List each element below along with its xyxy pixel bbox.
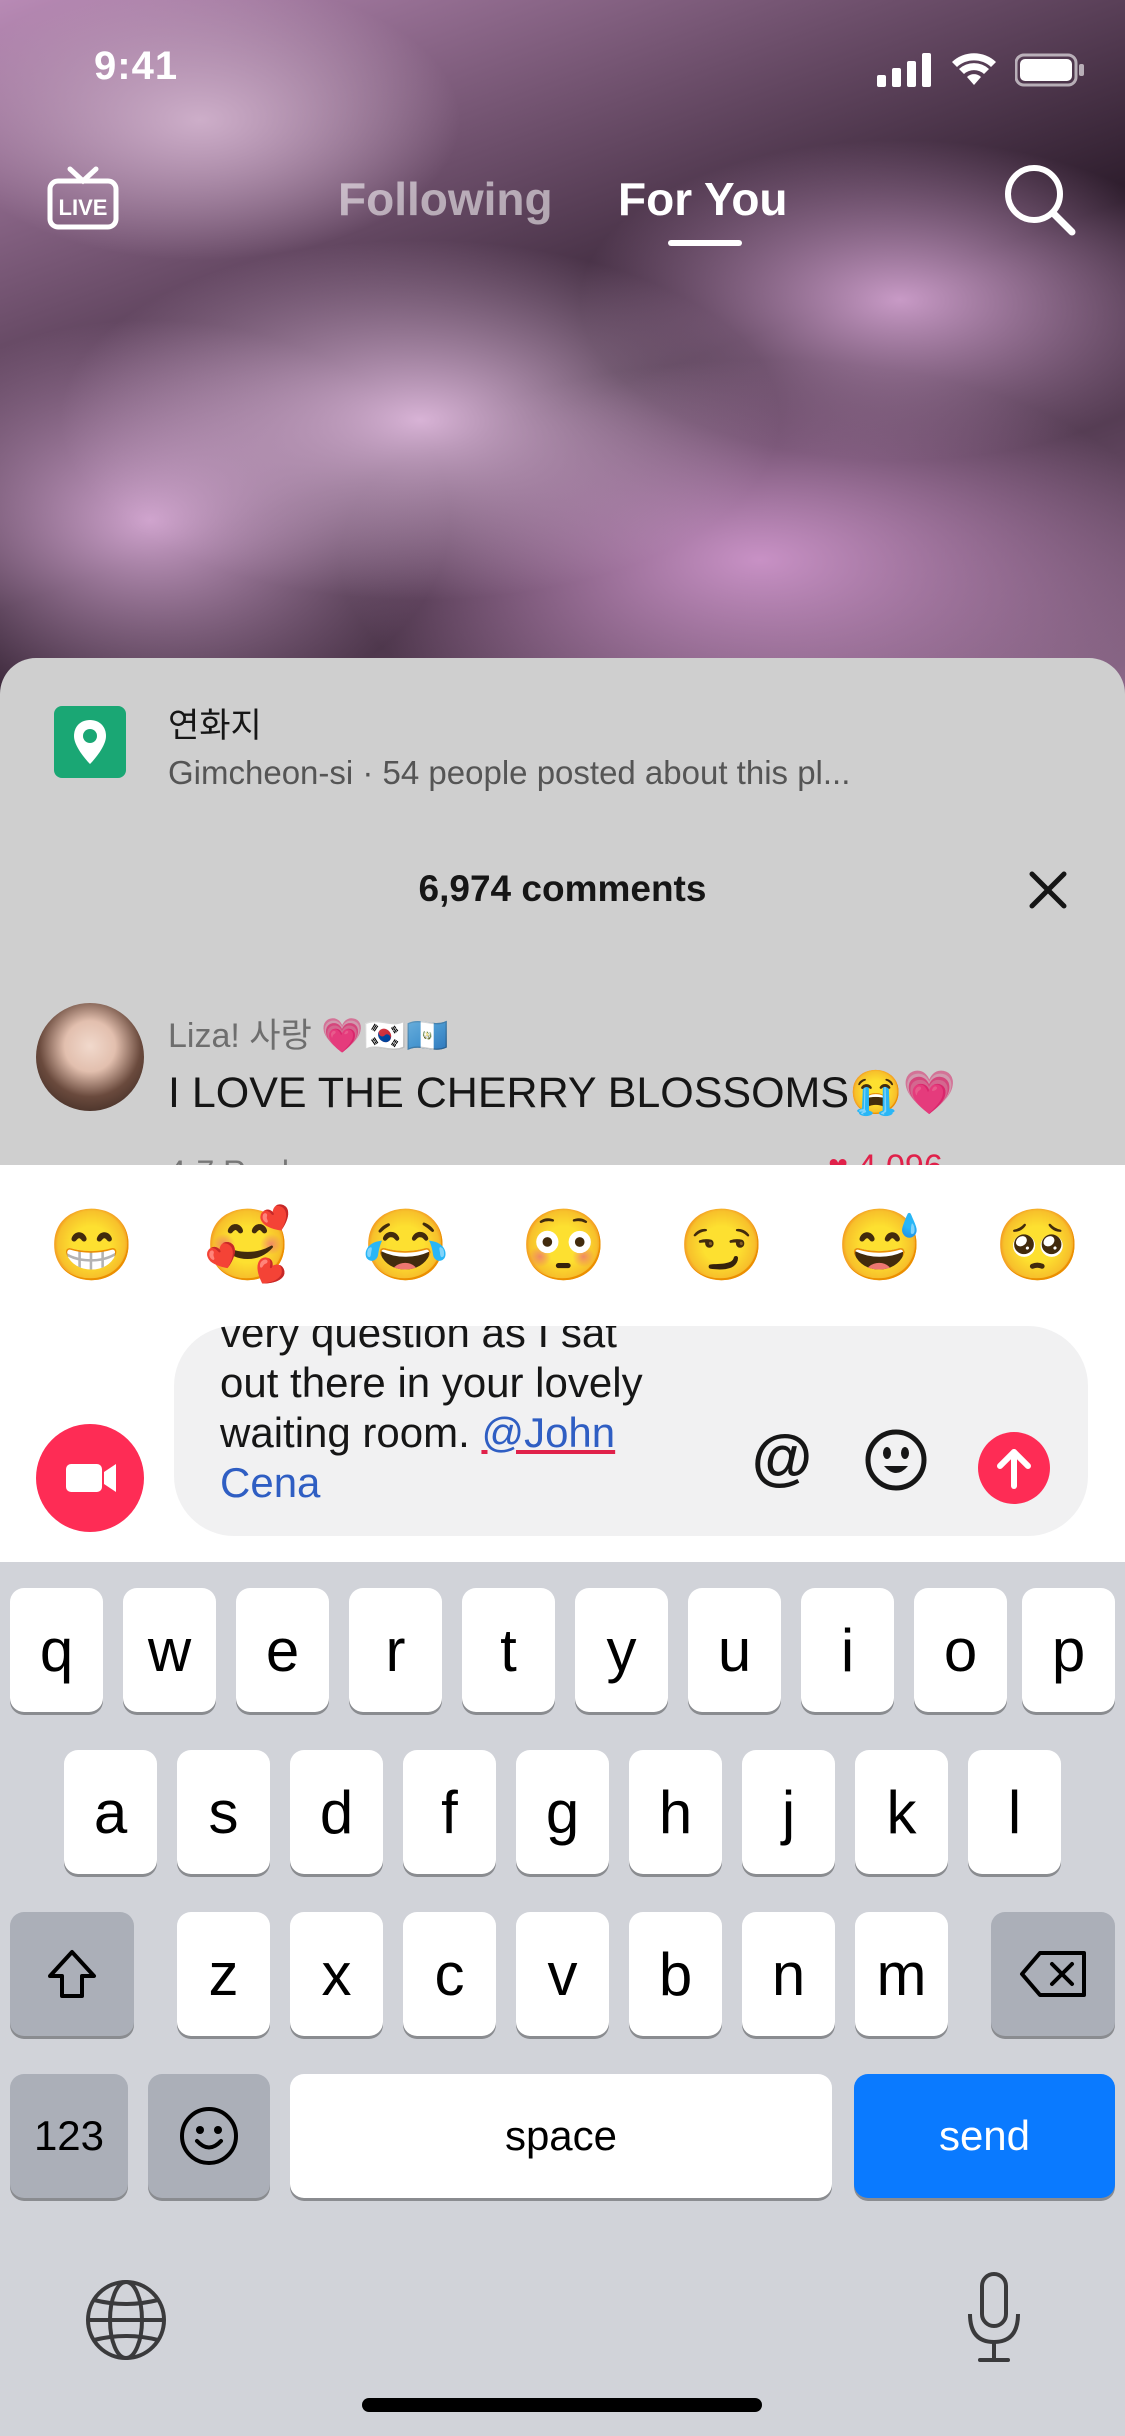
key-i[interactable]: i <box>801 1588 894 1712</box>
comment-composer: very question as I sat out there in your… <box>0 1320 1125 1565</box>
key-h[interactable]: h <box>629 1750 722 1874</box>
svg-text:@: @ <box>752 1426 812 1492</box>
comment-text: I LOVE THE CHERRY BLOSSOMS😭💗 <box>168 1069 957 1117</box>
comments-count: 6,974 comments <box>418 868 707 909</box>
shift-key[interactable] <box>10 1912 134 2036</box>
keyboard: q w e r t y u i o p a s d f g h j k l z … <box>0 1562 1125 2436</box>
comment-input[interactable]: very question as I sat out there in your… <box>174 1326 1088 1536</box>
key-u[interactable]: u <box>688 1588 781 1712</box>
key-p[interactable]: p <box>1022 1588 1115 1712</box>
emoji-smiling-hearts[interactable]: 🥰 <box>204 1205 291 1285</box>
key-o[interactable]: o <box>914 1588 1007 1712</box>
cellular-signal-icon <box>877 53 931 87</box>
numbers-key[interactable]: 123 <box>10 2074 128 2198</box>
emoji-quick-bar: 😁 🥰 😂 😳 😏 😅 🥺 <box>0 1165 1125 1335</box>
emoji-grin[interactable]: 😁 <box>48 1205 135 1285</box>
battery-icon <box>1015 53 1084 87</box>
key-f[interactable]: f <box>403 1750 496 1874</box>
key-y[interactable]: y <box>575 1588 668 1712</box>
emoji-tears-of-joy[interactable]: 😂 <box>362 1205 449 1285</box>
status-icons <box>877 50 1085 90</box>
emoji-icon[interactable] <box>862 1426 930 1494</box>
key-z[interactable]: z <box>177 1912 270 2036</box>
comments-sheet: 연화지 Gimcheon-si · 54 people posted about… <box>0 658 1125 1178</box>
key-g[interactable]: g <box>516 1750 609 1874</box>
emoji-pleading[interactable]: 🥺 <box>994 1205 1081 1285</box>
camera-button[interactable] <box>36 1424 144 1532</box>
backspace-icon <box>1020 1951 1086 1997</box>
active-tab-indicator <box>668 240 742 246</box>
key-d[interactable]: d <box>290 1750 383 1874</box>
mention-link-continued[interactable]: Cena <box>220 1459 320 1506</box>
key-b[interactable]: b <box>629 1912 722 2036</box>
place-subtitle[interactable]: Gimcheon-si · 54 people posted about thi… <box>168 754 850 792</box>
status-time: 9:41 <box>94 44 179 88</box>
avatar[interactable] <box>36 1003 144 1111</box>
wifi-icon <box>952 53 996 85</box>
key-m[interactable]: m <box>855 1912 948 2036</box>
key-j[interactable]: j <box>742 1750 835 1874</box>
key-c[interactable]: c <box>403 1912 496 2036</box>
emoji-smirk[interactable]: 😏 <box>678 1205 765 1285</box>
location-pin-icon[interactable] <box>54 706 126 778</box>
shift-icon <box>48 1950 96 1998</box>
emoji-keyboard-key[interactable] <box>148 2074 270 2198</box>
smiley-icon <box>180 2107 238 2165</box>
video-background[interactable] <box>0 0 1125 700</box>
comment-input-text[interactable]: very question as I sat out there in your… <box>220 1326 740 1508</box>
key-a[interactable]: a <box>64 1750 157 1874</box>
key-t[interactable]: t <box>462 1588 555 1712</box>
at-mention-icon[interactable]: @ <box>748 1423 816 1494</box>
microphone-icon[interactable] <box>964 2270 1024 2366</box>
emoji-sweat-smile[interactable]: 😅 <box>836 1205 923 1285</box>
send-key[interactable]: send <box>854 2074 1115 2198</box>
place-name[interactable]: 연화지 <box>168 698 262 747</box>
close-icon[interactable] <box>1024 866 1072 914</box>
key-q[interactable]: q <box>10 1588 103 1712</box>
key-r[interactable]: r <box>349 1588 442 1712</box>
tab-following[interactable]: Following <box>338 172 553 226</box>
live-icon[interactable]: LIVE <box>46 165 120 231</box>
key-e[interactable]: e <box>236 1588 329 1712</box>
arrow-up-icon <box>997 1449 1031 1489</box>
space-key[interactable]: space <box>290 2074 832 2198</box>
globe-icon[interactable] <box>84 2278 168 2362</box>
key-w[interactable]: w <box>123 1588 216 1712</box>
home-indicator[interactable] <box>362 2398 762 2412</box>
video-camera-icon <box>66 1464 116 1492</box>
search-icon[interactable] <box>1000 160 1080 240</box>
mention-link[interactable]: @John <box>481 1409 615 1456</box>
comment-username[interactable]: Liza! 사랑 💗🇰🇷🇬🇹 <box>168 1008 448 1057</box>
emoji-flushed[interactable]: 😳 <box>520 1205 607 1285</box>
key-x[interactable]: x <box>290 1912 383 2036</box>
backspace-key[interactable] <box>991 1912 1115 2036</box>
key-k[interactable]: k <box>855 1750 948 1874</box>
post-comment-button[interactable] <box>978 1432 1050 1504</box>
key-l[interactable]: l <box>968 1750 1061 1874</box>
key-s[interactable]: s <box>177 1750 270 1874</box>
tab-for-you[interactable]: For You <box>618 172 788 226</box>
svg-text:LIVE: LIVE <box>59 195 108 220</box>
key-v[interactable]: v <box>516 1912 609 2036</box>
key-n[interactable]: n <box>742 1912 835 2036</box>
